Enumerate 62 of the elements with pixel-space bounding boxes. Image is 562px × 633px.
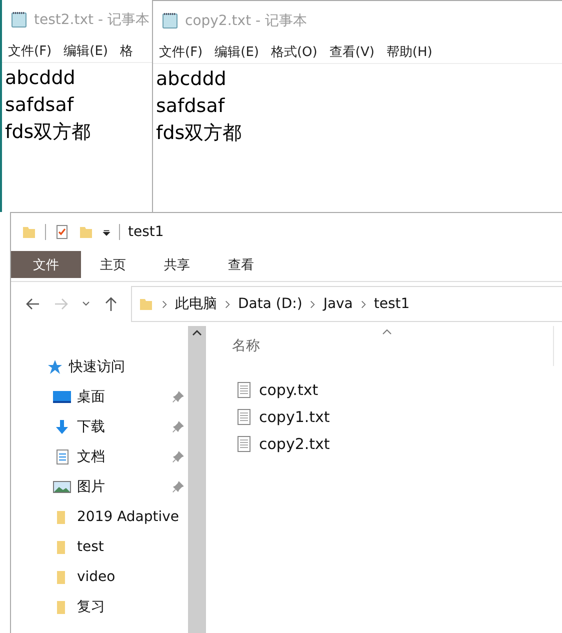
text-line: fds双方都 <box>5 120 92 145</box>
chevron-right-icon[interactable] <box>310 300 316 308</box>
text-line: fds双方都 <box>156 121 243 146</box>
menu-item[interactable]: 编辑(E) <box>64 42 108 60</box>
sidebar-item[interactable]: 2019 Adaptive <box>77 509 188 525</box>
sidebar-item[interactable]: video <box>77 569 188 585</box>
menu-item[interactable]: 格式(O) <box>270 43 318 61</box>
back-arrow-icon[interactable] <box>25 296 41 312</box>
text-line: abcddd <box>156 67 228 92</box>
file-name[interactable]: copy1.txt <box>259 408 330 426</box>
menu-item[interactable]: 格 <box>120 42 133 60</box>
sidebar-item[interactable]: test <box>77 539 188 555</box>
notepad-icon <box>161 12 179 30</box>
pin-icon[interactable] <box>172 391 184 403</box>
window-title: test1 <box>128 224 164 240</box>
text-line: safdsaf <box>156 94 226 119</box>
text-file-icon <box>237 408 251 424</box>
breadcrumb-item[interactable]: Data (D:) <box>238 296 302 312</box>
breadcrumb-item[interactable]: test1 <box>374 296 410 312</box>
monitor-icon <box>53 389 71 405</box>
column-header[interactable]: 名称 <box>232 337 260 355</box>
text-file-icon <box>237 436 251 452</box>
sidebar-item[interactable]: 下载 <box>77 418 166 436</box>
sidebar-item[interactable]: 快速访问 <box>69 358 125 376</box>
ribbon-tab[interactable]: 主页 <box>81 251 145 278</box>
scroll-up-icon[interactable] <box>192 330 202 336</box>
chevron-right-icon[interactable] <box>360 300 366 308</box>
menu-item[interactable]: 帮助(H) <box>386 43 432 61</box>
up-arrow-icon[interactable] <box>103 296 119 312</box>
menu-item[interactable]: 编辑(E) <box>214 43 259 61</box>
text-line: safdsaf <box>5 93 75 118</box>
text-line: abcddd <box>5 66 76 91</box>
breadcrumb-item[interactable]: Java <box>323 296 353 312</box>
menu-item[interactable]: 查看(V) <box>329 43 374 61</box>
text-file-icon <box>237 382 251 398</box>
dropdown-icon[interactable] <box>102 228 111 236</box>
sidebar-item[interactable]: 桌面 <box>77 388 166 406</box>
address-bar[interactable]: 此电脑 Data (D:) Java test1 <box>131 286 562 322</box>
notepad-icon <box>10 11 28 29</box>
folder-icon <box>138 296 154 312</box>
ribbon-tab[interactable]: 文件 <box>11 251 81 278</box>
properties-icon[interactable] <box>54 224 70 240</box>
download-arrow-icon <box>53 419 71 435</box>
sort-ascending-icon <box>382 329 392 335</box>
window-title: copy2.txt - 记事本 <box>185 12 308 30</box>
ribbon-tab[interactable]: 共享 <box>145 251 209 278</box>
pin-icon[interactable] <box>172 451 184 463</box>
menu-item[interactable]: 文件(F) <box>8 42 52 60</box>
pin-icon[interactable] <box>172 481 184 493</box>
menu-item[interactable]: 文件(F) <box>159 43 203 61</box>
sidebar-item[interactable]: 图片 <box>77 478 166 496</box>
image-icon <box>53 479 71 495</box>
breadcrumb-item[interactable]: 此电脑 <box>175 295 217 313</box>
sidebar-item[interactable]: 文档 <box>77 448 166 466</box>
window-title: test2.txt - 记事本 <box>34 11 150 29</box>
sidebar-item[interactable]: 复习 <box>77 598 188 616</box>
chevron-right-icon[interactable] <box>162 300 167 308</box>
ribbon-tab[interactable]: 查看 <box>209 251 273 278</box>
file-name[interactable]: copy2.txt <box>259 434 330 452</box>
chevron-right-icon[interactable] <box>225 300 230 308</box>
file-name[interactable]: copy.txt <box>259 380 318 398</box>
pin-icon[interactable] <box>172 421 184 433</box>
